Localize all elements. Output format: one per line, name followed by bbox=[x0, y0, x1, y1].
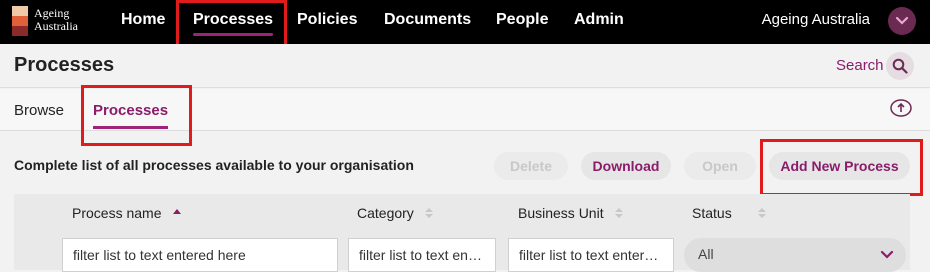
chevron-down-icon bbox=[895, 16, 909, 25]
add-new-process-button[interactable]: Add New Process bbox=[769, 152, 910, 180]
account-menu-button[interactable] bbox=[888, 7, 916, 35]
column-header-status[interactable]: Status bbox=[692, 205, 732, 221]
business-unit-filter-input[interactable]: filter list to text entered here bbox=[508, 238, 674, 272]
page-header: Processes Search bbox=[0, 44, 930, 88]
account-name[interactable]: Ageing Australia bbox=[762, 0, 870, 40]
search-icon bbox=[892, 58, 908, 74]
download-button[interactable]: Download bbox=[581, 152, 671, 180]
nav-policies[interactable]: Policies bbox=[297, 0, 357, 44]
status-filter-value: All bbox=[698, 246, 714, 262]
column-header-category[interactable]: Category bbox=[357, 205, 414, 221]
ageing-australia-logo[interactable]: Ageing Australia bbox=[12, 5, 92, 39]
nav-admin[interactable]: Admin bbox=[574, 0, 624, 44]
process-name-filter-input[interactable]: filter list to text entered here bbox=[62, 238, 338, 272]
tab-bar: Browse Processes bbox=[0, 89, 930, 131]
chevron-down-icon bbox=[880, 250, 894, 259]
search-button[interactable] bbox=[886, 52, 914, 80]
toolbar-description: Complete list of all processes available… bbox=[14, 157, 414, 173]
page-title: Processes bbox=[14, 54, 115, 76]
sort-icon[interactable] bbox=[424, 206, 434, 220]
nav-processes[interactable]: Processes bbox=[193, 0, 274, 44]
top-nav-bar: Ageing Australia Home Processes Policies… bbox=[0, 0, 930, 44]
nav-people[interactable]: People bbox=[496, 0, 548, 44]
nav-documents[interactable]: Documents bbox=[384, 0, 471, 44]
logo-mark bbox=[12, 6, 28, 36]
sort-icon[interactable] bbox=[757, 206, 767, 220]
upload-icon[interactable] bbox=[890, 99, 912, 117]
sort-icon[interactable] bbox=[614, 206, 624, 220]
logo-text: Ageing Australia bbox=[34, 6, 78, 33]
sort-ascending-icon[interactable] bbox=[172, 206, 182, 220]
status-filter-select[interactable]: All bbox=[684, 238, 906, 272]
nav-home[interactable]: Home bbox=[121, 0, 165, 44]
column-header-business-unit[interactable]: Business Unit bbox=[518, 205, 604, 221]
open-button[interactable]: Open bbox=[684, 152, 756, 180]
delete-button[interactable]: Delete bbox=[494, 152, 568, 180]
search-label[interactable]: Search bbox=[836, 57, 884, 74]
category-filter-input[interactable]: filter list to text entered here bbox=[348, 238, 496, 272]
tab-processes[interactable]: Processes bbox=[93, 102, 169, 129]
column-header-process-name[interactable]: Process name bbox=[72, 205, 161, 221]
tab-browse[interactable]: Browse bbox=[14, 102, 64, 119]
process-table: Process name Category Business Unit Stat… bbox=[14, 194, 910, 272]
